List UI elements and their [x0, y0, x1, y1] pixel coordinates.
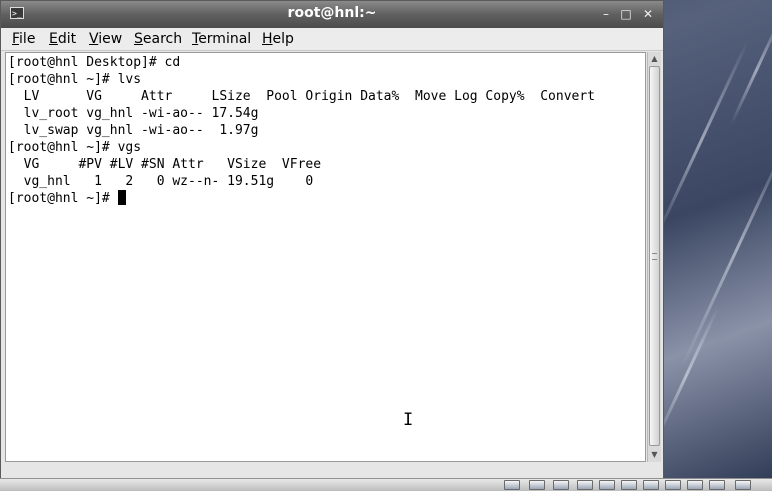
wallpaper-streak [680, 131, 772, 369]
scroll-grip-icon [652, 253, 657, 260]
disk-icon[interactable] [577, 480, 593, 490]
menu-mnemonic: F [12, 31, 20, 47]
menu-mnemonic: H [262, 31, 273, 47]
shared-folder-icon[interactable] [643, 480, 659, 490]
menu-file[interactable]: File [12, 31, 35, 47]
window-bottom-edge [1, 464, 663, 478]
terminal-line: [root@hnl ~]# lvs [8, 72, 142, 87]
menu-mnemonic: S [134, 31, 143, 47]
ibeam-cursor-icon: I [403, 410, 414, 430]
cpu-icon[interactable] [665, 480, 681, 490]
taskbar [0, 478, 772, 491]
terminal-window: >_ root@hnl:~ – □ ✕ File Edit View Searc… [0, 0, 664, 478]
menu-mnemonic: E [49, 31, 58, 47]
terminal-line: vg_hnl 1 2 0 wz--n- 19.51g 0 [8, 174, 314, 189]
display-icon[interactable] [553, 480, 569, 490]
window-title: root@hnl:~ [287, 5, 377, 21]
maximize-button[interactable]: □ [617, 6, 635, 22]
text-cursor [117, 190, 126, 205]
scroll-down-arrow-icon[interactable]: ▼ [648, 448, 661, 462]
terminal-line: [root@hnl ~]# vgs [8, 140, 142, 155]
menu-mnemonic: V [89, 31, 99, 47]
window-titlebar[interactable]: >_ root@hnl:~ – □ ✕ [1, 1, 663, 28]
close-button[interactable]: ✕ [639, 6, 657, 22]
scroll-up-arrow-icon[interactable]: ▲ [648, 52, 661, 66]
scroll-thumb[interactable] [649, 66, 660, 446]
keyboard-icon[interactable] [709, 480, 725, 490]
menu-search[interactable]: Search [134, 31, 182, 47]
terminal-line: VG #PV #LV #SN Attr VSize VFree [8, 157, 322, 172]
host-key-icon[interactable] [735, 480, 751, 490]
wallpaper-streak [729, 14, 772, 126]
minimize-button[interactable]: – [597, 6, 615, 22]
terminal-prompt: [root@hnl ~]# [8, 191, 118, 206]
menu-label: elp [272, 31, 294, 47]
network-icon[interactable] [504, 480, 520, 490]
vertical-scrollbar[interactable]: ▲ ▼ [647, 52, 661, 462]
mouse-integration-icon[interactable] [687, 480, 703, 490]
menu-help[interactable]: Help [262, 31, 294, 47]
menu-edit[interactable]: Edit [49, 31, 76, 47]
terminal-output-area[interactable]: [root@hnl Desktop]# cd [root@hnl ~]# lvs… [5, 52, 646, 462]
menu-label: erminal [198, 31, 252, 47]
terminal-line: LV VG Attr LSize Pool Origin Data% Move … [8, 89, 595, 104]
volume-icon[interactable] [529, 480, 545, 490]
menu-terminal[interactable]: Terminal [192, 31, 251, 47]
usb-icon[interactable] [599, 480, 615, 490]
terminal-text: [root@hnl Desktop]# cd [root@hnl ~]# lvs… [8, 54, 595, 207]
printer-icon[interactable] [621, 480, 637, 490]
menu-view[interactable]: View [89, 31, 122, 47]
terminal-line: lv_root vg_hnl -wi-ao-- 17.54g [8, 106, 259, 121]
menu-label: earch [142, 31, 183, 47]
menu-label: iew [98, 31, 123, 47]
menu-label: dit [57, 31, 77, 47]
terminal-line: [root@hnl Desktop]# cd [8, 55, 181, 70]
menu-bar: File Edit View Search Terminal Help [1, 28, 663, 51]
terminal-line: lv_swap vg_hnl -wi-ao-- 1.97g [8, 123, 259, 138]
wallpaper-streak [653, 39, 750, 241]
menu-label: ile [19, 31, 36, 47]
